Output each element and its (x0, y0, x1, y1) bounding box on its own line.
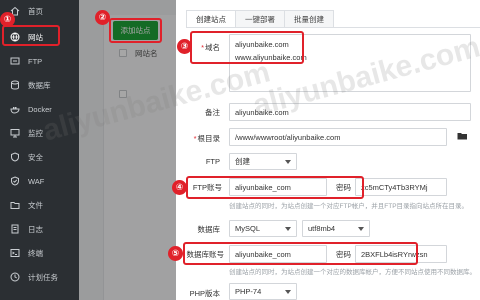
tabs-divider (186, 27, 480, 28)
sidebar-item-label: Docker (28, 104, 52, 114)
sidebar-item-label: 日志 (28, 224, 43, 234)
sidebar-item-ftp[interactable]: FTP (0, 50, 79, 72)
database-icon (10, 80, 20, 90)
highlight-db-account (183, 242, 418, 265)
log-icon (10, 224, 20, 234)
sidebar-item-logs[interactable]: 日志 (0, 218, 79, 240)
tab-create-site[interactable]: 创建站点 (186, 10, 236, 28)
ftp-select[interactable]: 创建 (229, 153, 297, 170)
step-badge-1: ① (0, 12, 15, 27)
db-hint: 创建站点的同时，为站点创建一个对应的数据库帐户，方便不同站点使用不同数据库。 (229, 269, 476, 276)
ftp-password-input[interactable]: zc5mCTy4Tb3RYMj (355, 178, 447, 196)
step-badge-4: ④ (172, 180, 187, 195)
sidebar-item-label: 监控 (28, 128, 43, 138)
database-label: 数据库 (197, 225, 221, 234)
database-type-value: MySQL (235, 224, 261, 233)
terminal-icon (10, 248, 20, 258)
step-badge-5: ⑤ (168, 246, 183, 261)
sidebar-item-security[interactable]: 安全 (0, 146, 79, 168)
sidebar-item-label: 安全 (28, 152, 43, 162)
waf-icon (10, 176, 20, 186)
chevron-down-icon (285, 290, 291, 294)
sidebar-item-label: 数据库 (28, 80, 51, 90)
chevron-down-icon (285, 160, 291, 164)
sidebar-item-label: 首页 (28, 6, 43, 16)
php-version-value: PHP-74 (235, 287, 262, 296)
sidebar-item-label: FTP (28, 56, 43, 66)
shield-icon (10, 152, 20, 162)
root-dir-input[interactable]: /www/wwwroot/aliyunbaike.com (229, 128, 447, 146)
sidebar-item-terminal[interactable]: 终端 (0, 242, 79, 264)
highlight-ftp-account (186, 176, 364, 199)
highlight-add-site (109, 18, 162, 43)
tab-one-click-deploy[interactable]: 一键部署 (235, 10, 285, 28)
database-type-select[interactable]: MySQL (229, 220, 297, 237)
chevron-down-icon (285, 227, 291, 231)
php-version-select[interactable]: PHP-74 (229, 283, 297, 300)
charset-select[interactable]: utf8mb4 (302, 220, 370, 237)
sidebar-item-label: 终端 (28, 248, 43, 258)
chevron-down-icon (358, 227, 364, 231)
ftp-icon (10, 56, 20, 66)
highlight-website (2, 25, 60, 46)
ftp-hint: 创建站点的同时，为站点创建一个对应FTP帐户，并且FTP目录指向站点所在目录。 (229, 203, 469, 210)
sidebar-item-label: 文件 (28, 200, 43, 210)
step-badge-3: ③ (177, 39, 192, 54)
step-badge-2: ② (95, 10, 110, 25)
tab-batch-create[interactable]: 批量创建 (284, 10, 334, 28)
clock-icon (10, 272, 20, 282)
modal-overlay (79, 0, 176, 300)
sidebar-item-label: 计划任务 (28, 272, 58, 282)
dialog-tabs: 创建站点 一键部署 批量创建 (186, 10, 334, 28)
sidebar-item-files[interactable]: 文件 (0, 194, 79, 216)
sidebar-item-cron[interactable]: 计划任务 (0, 266, 79, 288)
ftp-label: FTP (205, 157, 220, 166)
charset-value: utf8mb4 (308, 224, 336, 233)
php-version-label: PHP版本 (189, 289, 220, 298)
sidebar-item-waf[interactable]: WAF (0, 170, 79, 192)
folder-icon (10, 200, 20, 210)
root-dir-label: *根目录 (193, 134, 220, 143)
monitor-icon (10, 128, 20, 138)
sidebar-item-label: WAF (28, 176, 45, 186)
ftp-select-value: 创建 (235, 157, 250, 166)
docker-icon (10, 104, 20, 114)
folder-open-icon[interactable] (457, 132, 468, 140)
sidebar-item-database[interactable]: 数据库 (0, 74, 79, 96)
